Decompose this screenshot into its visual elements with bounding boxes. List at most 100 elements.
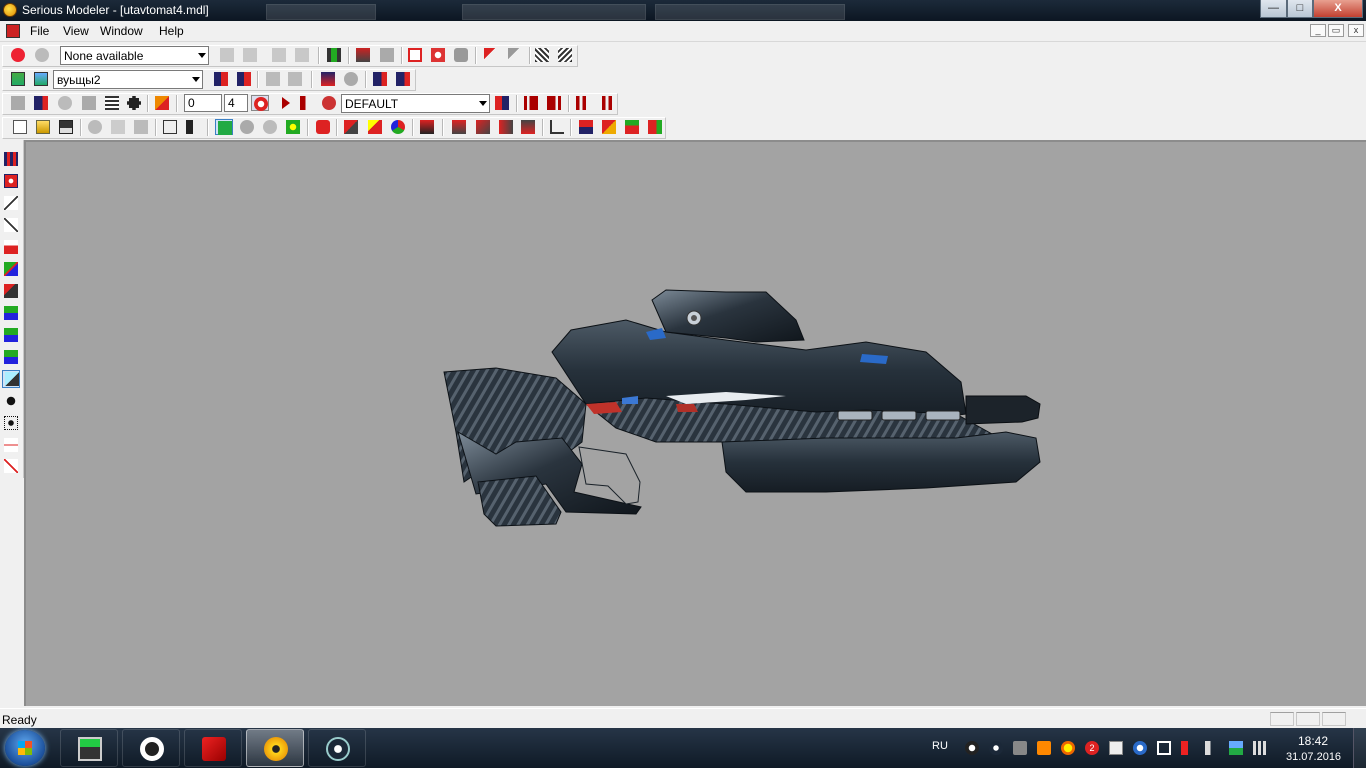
next-frame-button[interactable]	[596, 95, 614, 111]
taskbar-app-radmin[interactable]	[184, 729, 242, 767]
new-button[interactable]	[11, 119, 29, 135]
tray-shield-icon[interactable]	[1013, 741, 1027, 755]
tray-update-icon[interactable]	[1133, 741, 1147, 755]
shading-button[interactable]	[406, 47, 424, 63]
clock-time[interactable]: 18:42	[1298, 734, 1328, 748]
menu-view[interactable]: View	[63, 24, 89, 38]
prev-frame-button[interactable]	[574, 95, 592, 111]
mapping-grid-button[interactable]	[2, 151, 20, 169]
bone-rotate-button[interactable]	[600, 119, 618, 135]
open-button[interactable]	[34, 119, 52, 135]
sound-button[interactable]	[32, 95, 50, 111]
mapping-nm-button[interactable]	[2, 349, 20, 367]
network-icon[interactable]	[1229, 741, 1243, 755]
collision-box-select[interactable]: None available	[60, 46, 209, 65]
skin-select[interactable]: вуьщы2	[53, 70, 203, 89]
wireframe-button[interactable]	[533, 47, 551, 63]
polygon-mode-button[interactable]	[261, 119, 279, 135]
help-button[interactable]	[161, 119, 179, 135]
paste-button[interactable]	[132, 119, 150, 135]
surface-button[interactable]	[319, 71, 337, 87]
bone-button-2[interactable]	[378, 47, 396, 63]
signal-icon[interactable]	[1253, 741, 1267, 755]
remove-vertex-button[interactable]	[2, 458, 20, 476]
uv-button-2[interactable]	[394, 71, 412, 87]
show-desktop-button[interactable]	[1353, 728, 1366, 768]
loop-button[interactable]	[251, 95, 269, 111]
color-button[interactable]	[389, 119, 407, 135]
reflection-button[interactable]	[452, 47, 470, 63]
frame-start-field[interactable]: 0	[184, 94, 222, 112]
vertex-mode-button[interactable]	[238, 119, 256, 135]
mapping-s-button[interactable]	[2, 305, 20, 323]
font-button[interactable]	[342, 119, 360, 135]
light-b-button[interactable]	[497, 119, 515, 135]
tray-orange-icon[interactable]	[1037, 741, 1051, 755]
first-frame-button[interactable]	[522, 95, 540, 111]
light-button[interactable]	[429, 47, 447, 63]
axis-button[interactable]	[548, 119, 566, 135]
play-step-button[interactable]	[298, 95, 316, 111]
frame-count-field[interactable]: 4	[224, 94, 248, 112]
uv-button[interactable]	[371, 71, 389, 87]
pick-color-button[interactable]	[482, 47, 500, 63]
collision-size-button-2[interactable]	[293, 47, 311, 63]
film-button[interactable]	[125, 95, 143, 111]
animation-edit-button[interactable]	[153, 95, 171, 111]
clock-date[interactable]: 31.07.2016	[1286, 751, 1341, 763]
minimize-button[interactable]: —	[1260, 0, 1287, 18]
animation-settings-button[interactable]	[320, 95, 338, 111]
light-c-button[interactable]	[519, 119, 537, 135]
volume-icon[interactable]	[1205, 741, 1219, 755]
surface-mode-button[interactable]	[284, 119, 302, 135]
taskbar-app-serious-modeler[interactable]	[246, 729, 304, 767]
tray-flag-icon[interactable]	[1181, 741, 1195, 755]
language-indicator[interactable]: RU	[932, 740, 948, 752]
add-texture-button[interactable]	[212, 71, 230, 87]
taskbar-app-opera[interactable]	[122, 729, 180, 767]
animation-select[interactable]: DEFAULT	[341, 94, 490, 113]
add-collision-box-button[interactable]	[9, 47, 27, 63]
tray-notification-badge[interactable]: 2	[1085, 741, 1099, 755]
attachment-button[interactable]	[325, 47, 343, 63]
mapping-edit-button-2[interactable]	[2, 217, 20, 235]
tray-steam-icon[interactable]	[989, 741, 1003, 755]
copy-button[interactable]	[109, 119, 127, 135]
menu-file[interactable]: File	[30, 24, 49, 38]
last-frame-button[interactable]	[545, 95, 563, 111]
save-button[interactable]	[57, 119, 75, 135]
mapping-transform-button[interactable]	[2, 239, 20, 257]
context-help-button[interactable]	[184, 119, 202, 135]
frame-list-button[interactable]	[103, 95, 121, 111]
taskbar-app-terminal[interactable]	[60, 729, 118, 767]
light-move-button[interactable]	[450, 119, 468, 135]
menu-window[interactable]: Window	[100, 24, 143, 38]
tray-fire-icon[interactable]	[1061, 741, 1075, 755]
vertex-spider-button[interactable]	[2, 415, 20, 433]
mapping-paint-button[interactable]	[2, 283, 20, 301]
play-button[interactable]	[277, 95, 295, 111]
remove-collision-box-button[interactable]	[33, 47, 51, 63]
remove-texture-button[interactable]	[235, 71, 253, 87]
skin-picture-button-2[interactable]	[32, 71, 50, 87]
texture-next-button[interactable]	[286, 71, 304, 87]
sound-next-button[interactable]	[80, 95, 98, 111]
render-button[interactable]	[314, 119, 332, 135]
mdi-close-button[interactable]: x	[1348, 24, 1364, 37]
light-rotate-button[interactable]	[474, 119, 492, 135]
mapping-mode-button[interactable]	[215, 119, 233, 135]
close-button[interactable]: X	[1313, 0, 1363, 18]
wireframe-button-2[interactable]	[556, 47, 574, 63]
bone-button[interactable]	[354, 47, 372, 63]
sound-prev-button[interactable]	[9, 95, 27, 111]
vertex-dot-button[interactable]	[2, 393, 20, 411]
texture-prev-button[interactable]	[264, 71, 282, 87]
bone-scale-button[interactable]	[623, 119, 641, 135]
tray-document-icon[interactable]	[1109, 741, 1123, 755]
add-vertex-button[interactable]	[2, 437, 20, 455]
menu-help[interactable]: Help	[159, 24, 184, 38]
model-viewport[interactable]	[24, 140, 1366, 706]
taskbar-app-steam[interactable]	[308, 729, 366, 767]
sound-button-2[interactable]	[56, 95, 74, 111]
highlight-button[interactable]	[366, 119, 384, 135]
